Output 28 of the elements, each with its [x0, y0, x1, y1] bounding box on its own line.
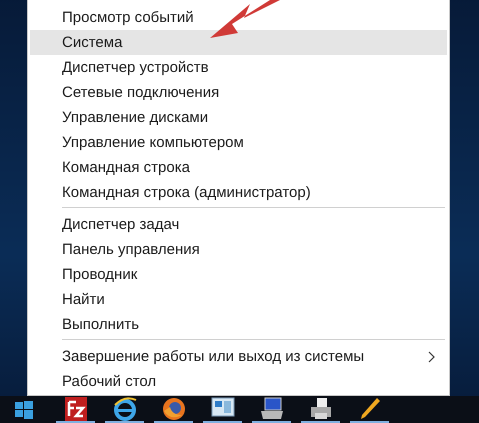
menu-item[interactable]: Панель управления: [30, 237, 447, 262]
taskbar-app-button[interactable]: [152, 396, 195, 423]
globe-icon: [112, 397, 136, 421]
menu-item[interactable]: Проводник: [30, 262, 447, 287]
menu-item[interactable]: Управление дисками: [30, 105, 447, 130]
taskbar-app-button[interactable]: [201, 396, 244, 423]
taskbar-app-button[interactable]: [348, 396, 391, 423]
taskbar-app-button[interactable]: [54, 396, 97, 423]
pencil-icon: [358, 397, 380, 421]
menu-item[interactable]: Управление компьютером: [30, 130, 447, 155]
menu-item[interactable]: Выполнить: [30, 312, 447, 337]
menu-item[interactable]: Завершение работы или выход из системы: [30, 344, 447, 369]
printer-icon: [308, 397, 332, 421]
taskbar-app-button[interactable]: [299, 396, 342, 423]
menu-item[interactable]: Рабочий стол: [30, 369, 447, 394]
menu-item[interactable]: Командная строка: [30, 155, 447, 180]
menu-item[interactable]: Найти: [30, 287, 447, 312]
menu-item[interactable]: Диспетчер устройств: [30, 55, 447, 80]
menu-item[interactable]: Просмотр событий: [30, 5, 447, 30]
menu-item[interactable]: Система: [30, 30, 447, 55]
menu-item[interactable]: Диспетчер задач: [30, 212, 447, 237]
fox-globe-icon: [162, 397, 186, 421]
taskbar-app-button[interactable]: [103, 396, 146, 423]
menu-item[interactable]: Сетевые подключения: [30, 80, 447, 105]
taskbar-app-button[interactable]: [250, 396, 293, 423]
menu-item[interactable]: Командная строка (администратор): [30, 180, 447, 205]
windows-logo-icon: [15, 401, 33, 419]
window-icon: [210, 397, 234, 419]
